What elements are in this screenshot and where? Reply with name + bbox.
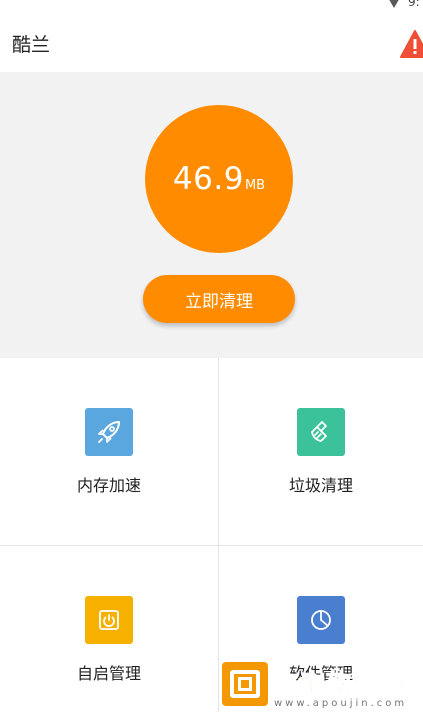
app-bar: 酷兰 [0,12,423,72]
feature-grid: 内存加速 垃圾清理 自启管理 软件管理 [0,358,423,712]
watermark-url: www.apoujin.com [274,698,408,709]
tile-junk-clean[interactable]: 垃圾清理 [219,358,423,545]
memory-usage-circle: 46.9 MB [145,105,293,253]
clean-now-button[interactable]: 立即清理 [143,275,295,323]
watermark-text: 欧金软件园 [271,669,408,699]
memory-value: 46.9 [172,161,244,197]
wifi-icon [387,0,401,8]
power-icon [85,596,133,644]
status-bar: 9: [0,0,423,12]
watermark-logo-icon [222,662,268,706]
status-time: 9: [408,0,420,9]
tile-autostart-manage[interactable]: 自启管理 [0,546,218,712]
rocket-icon [85,408,133,456]
tile-label: 自启管理 [76,664,141,683]
tile-label: 内存加速 [76,476,141,495]
pie-chart-icon [297,596,345,644]
memory-panel: 46.9 MB 立即清理 [0,72,423,358]
warning-triangle-icon[interactable] [400,30,423,58]
watermark: 欧金软件园 www.apoujin.com [222,662,418,712]
memory-unit: MB [244,177,266,193]
tile-label: 垃圾清理 [288,476,353,495]
broom-icon [297,408,345,456]
page-title: 酷兰 [12,34,51,56]
tile-memory-boost[interactable]: 内存加速 [0,358,218,545]
